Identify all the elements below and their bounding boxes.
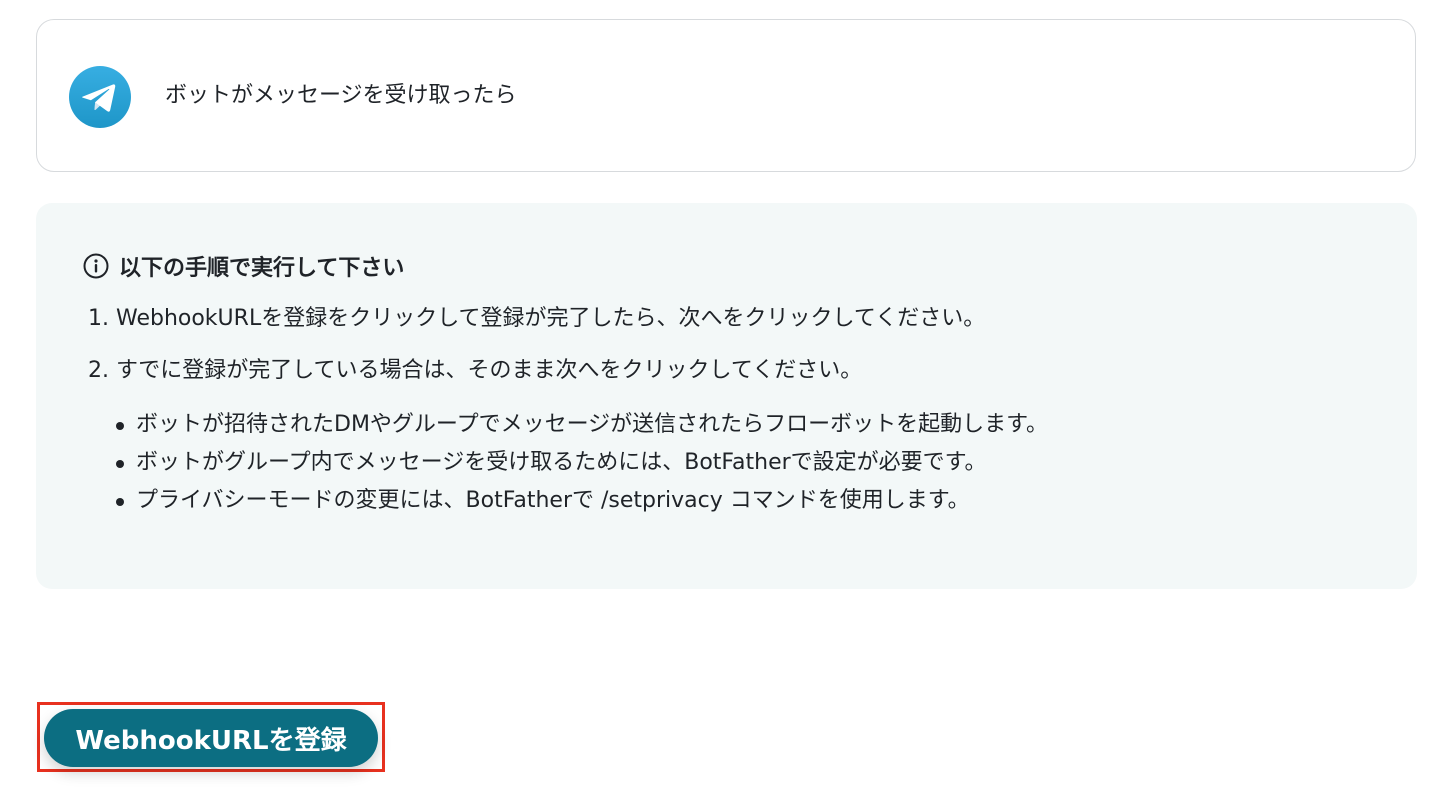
register-button-highlight: WebhookURLを登録 bbox=[37, 702, 385, 772]
trigger-title: ボットがメッセージを受け取ったら bbox=[165, 83, 517, 108]
steps-list: 1. WebhookURLを登録をクリックして登録が完了したら、次へをクリックし… bbox=[88, 303, 985, 407]
note-item: ボットが招待されたDMやグループでメッセージが送信されたらフローボットを起動しま… bbox=[116, 406, 1048, 444]
note-text: ボットがグループ内でメッセージを受け取るためには、BotFatherで設定が必要… bbox=[136, 450, 987, 475]
step-item: 2. すでに登録が完了している場合は、そのまま次へをクリックしてください。 bbox=[88, 358, 863, 383]
instructions-panel: 以下の手順で実行して下さい 1. WebhookURLを登録をクリックして登録が… bbox=[36, 203, 1417, 589]
notes-list: ボットが招待されたDMやグループでメッセージが送信されたらフローボットを起動しま… bbox=[116, 406, 1048, 520]
step-item: 1. WebhookURLを登録をクリックして登録が完了したら、次へをクリックし… bbox=[88, 306, 986, 331]
register-webhook-button[interactable]: WebhookURLを登録 bbox=[44, 709, 378, 767]
bullet-icon bbox=[116, 460, 124, 468]
info-icon bbox=[83, 253, 109, 279]
trigger-card: ボットがメッセージを受け取ったら bbox=[36, 19, 1416, 172]
webhook-setup-page: ボットがメッセージを受け取ったら 以下の手順で実行して下さい 1. Webhoo… bbox=[0, 0, 1452, 798]
note-item: ボットがグループ内でメッセージを受け取るためには、BotFatherで設定が必要… bbox=[116, 444, 1048, 482]
instructions-heading-text: 以下の手順で実行して下さい bbox=[119, 256, 405, 281]
telegram-icon bbox=[69, 66, 131, 128]
bullet-icon bbox=[116, 498, 124, 506]
note-text: ボットが招待されたDMやグループでメッセージが送信されたらフローボットを起動しま… bbox=[136, 412, 1048, 437]
note-text: プライバシーモードの変更には、BotFatherで /setprivacy コマ… bbox=[136, 488, 970, 513]
note-item: プライバシーモードの変更には、BotFatherで /setprivacy コマ… bbox=[116, 482, 1048, 520]
instructions-heading: 以下の手順で実行して下さい bbox=[83, 250, 404, 282]
bullet-icon bbox=[116, 422, 124, 430]
